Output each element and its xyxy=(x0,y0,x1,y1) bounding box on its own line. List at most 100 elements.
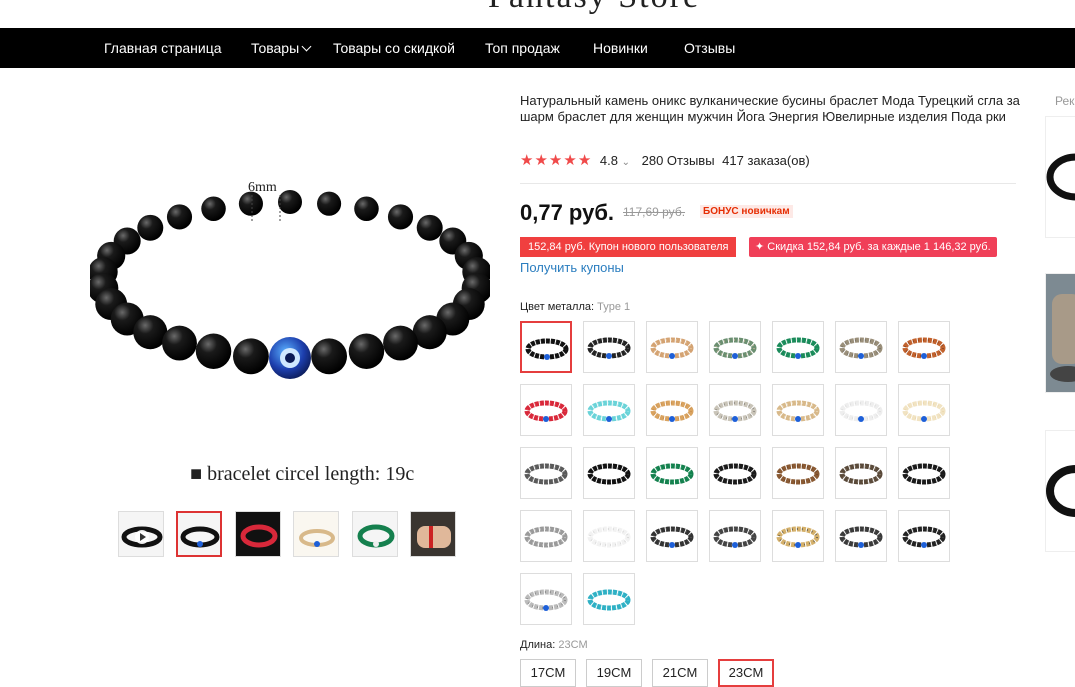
reviews-count[interactable]: 280 Отзывы xyxy=(642,153,715,168)
bracelet-swatch-icon xyxy=(713,463,757,485)
color-swatch[interactable] xyxy=(646,384,698,436)
thumbnail-video[interactable] xyxy=(118,511,164,557)
nav-discounts[interactable]: Товары со скидкой xyxy=(333,28,455,68)
rating-row: ★★★★★ 4.8 ⌄ 280 Отзывы 417 заказа(ов) xyxy=(520,151,810,169)
color-swatch[interactable] xyxy=(772,510,824,562)
thumbnail-wrist[interactable] xyxy=(410,511,456,557)
nav-top-sales[interactable]: Топ продаж xyxy=(485,28,560,68)
color-label: Цвет металла: Type 1 xyxy=(520,301,630,313)
onyx-bead xyxy=(166,204,193,230)
length-option-19[interactable]: 19CM xyxy=(586,659,642,687)
orders-count: 417 заказа(ов) xyxy=(722,153,810,168)
length-option-17[interactable]: 17CM xyxy=(520,659,576,687)
color-swatch[interactable] xyxy=(646,510,698,562)
color-swatch[interactable] xyxy=(583,384,635,436)
color-swatch[interactable] xyxy=(898,447,950,499)
new-user-coupon[interactable]: 152,84 руб. Купон нового пользователя xyxy=(520,237,737,257)
color-label-text: Цвет металла: xyxy=(520,301,595,313)
color-swatch[interactable] xyxy=(772,447,824,499)
thumbnail-black[interactable] xyxy=(176,511,222,557)
bracelet-swatch-icon xyxy=(524,589,568,611)
recommended-card[interactable] xyxy=(1045,430,1075,552)
onyx-bead xyxy=(195,333,232,369)
color-swatch[interactable] xyxy=(646,321,698,373)
video-thumb-icon xyxy=(121,526,163,548)
bracelet-swatch-icon xyxy=(524,400,568,422)
divider xyxy=(520,183,1016,184)
star-icon: ★ xyxy=(563,152,577,169)
bracelet-swatch-icon xyxy=(524,526,568,548)
color-swatch[interactable] xyxy=(898,321,950,373)
onyx-bead xyxy=(232,338,269,375)
recommended-product-image xyxy=(1046,274,1075,392)
bracelet-swatch-icon xyxy=(713,400,757,422)
color-swatch[interactable] xyxy=(520,384,572,436)
thumbnail-white[interactable] xyxy=(293,511,339,557)
rating-value[interactable]: 4.8 xyxy=(600,153,618,168)
onyx-bead xyxy=(348,333,385,369)
product-main-image[interactable]: 6mm ■ bracelet circel length: 19c xyxy=(87,140,493,500)
color-swatch[interactable] xyxy=(772,321,824,373)
color-swatch[interactable] xyxy=(709,447,761,499)
star-icon: ★ xyxy=(577,152,592,169)
bracelet-swatch-icon xyxy=(902,400,946,422)
bracelet-swatch-icon xyxy=(650,337,694,359)
bracelet-swatch-icon xyxy=(587,337,631,359)
color-swatch[interactable] xyxy=(520,573,572,625)
nav-products[interactable]: Товары xyxy=(251,28,312,68)
recommended-card[interactable] xyxy=(1045,116,1075,238)
color-swatch[interactable] xyxy=(583,573,635,625)
bead-size-label: 6mm xyxy=(248,180,277,195)
length-option-21[interactable]: 21CM xyxy=(652,659,708,687)
bracelet-swatch-icon xyxy=(902,337,946,359)
color-swatch[interactable] xyxy=(520,447,572,499)
color-swatch[interactable] xyxy=(709,384,761,436)
color-swatch[interactable] xyxy=(520,321,572,373)
rating-chevron-icon: ⌄ xyxy=(621,157,630,168)
onyx-bead xyxy=(416,214,443,241)
bracelet-swatch-icon xyxy=(587,463,631,485)
color-swatch[interactable] xyxy=(583,321,635,373)
star-icon: ★ xyxy=(534,152,548,169)
color-swatch[interactable] xyxy=(520,510,572,562)
onyx-bead xyxy=(238,191,263,216)
bracelet-swatch-icon xyxy=(650,463,694,485)
nav-new[interactable]: Новинки xyxy=(593,28,648,68)
color-swatch[interactable] xyxy=(709,510,761,562)
thumbnail-red[interactable] xyxy=(235,511,281,557)
chevron-down-icon xyxy=(301,41,312,52)
color-swatch[interactable] xyxy=(583,447,635,499)
color-swatch[interactable] xyxy=(583,510,635,562)
recommended-card[interactable] xyxy=(1045,273,1075,393)
bracelet-swatch-icon xyxy=(839,337,883,359)
color-swatch[interactable] xyxy=(709,321,761,373)
main-nav: Главная страница Товары Товары со скидко… xyxy=(0,28,1075,68)
color-swatch[interactable] xyxy=(835,447,887,499)
get-coupons-link[interactable]: Получить купоны xyxy=(520,260,624,275)
color-swatch[interactable] xyxy=(898,384,950,436)
nav-reviews[interactable]: Отзывы xyxy=(684,28,735,68)
onyx-bead xyxy=(201,196,226,222)
onyx-bead xyxy=(311,338,348,375)
old-price: 117,69 руб. xyxy=(623,205,686,219)
length-option-23[interactable]: 23CM xyxy=(718,659,774,687)
length-value: 23CM xyxy=(558,639,588,651)
bracelet-thumb-icon xyxy=(236,512,280,556)
bracelet-swatch-icon xyxy=(650,400,694,422)
color-swatch[interactable] xyxy=(835,510,887,562)
color-swatch[interactable] xyxy=(835,321,887,373)
bracelet-swatch-icon xyxy=(524,463,568,485)
discount-coupon[interactable]: ✦ Скидка 152,84 руб. за каждые 1 146,32 … xyxy=(749,237,997,257)
nav-home[interactable]: Главная страница xyxy=(104,28,222,68)
star-icon: ★ xyxy=(548,152,563,169)
color-swatch[interactable] xyxy=(898,510,950,562)
onyx-bead xyxy=(354,196,379,222)
thumbnail-green[interactable] xyxy=(352,511,398,557)
color-swatch[interactable] xyxy=(646,447,698,499)
bracelet-swatch-icon xyxy=(776,463,820,485)
color-swatch[interactable] xyxy=(772,384,824,436)
color-swatch[interactable] xyxy=(835,384,887,436)
recommended-product-image xyxy=(1046,465,1075,517)
bracelet-swatch-icon xyxy=(587,526,631,548)
star-icon: ★ xyxy=(520,152,534,169)
